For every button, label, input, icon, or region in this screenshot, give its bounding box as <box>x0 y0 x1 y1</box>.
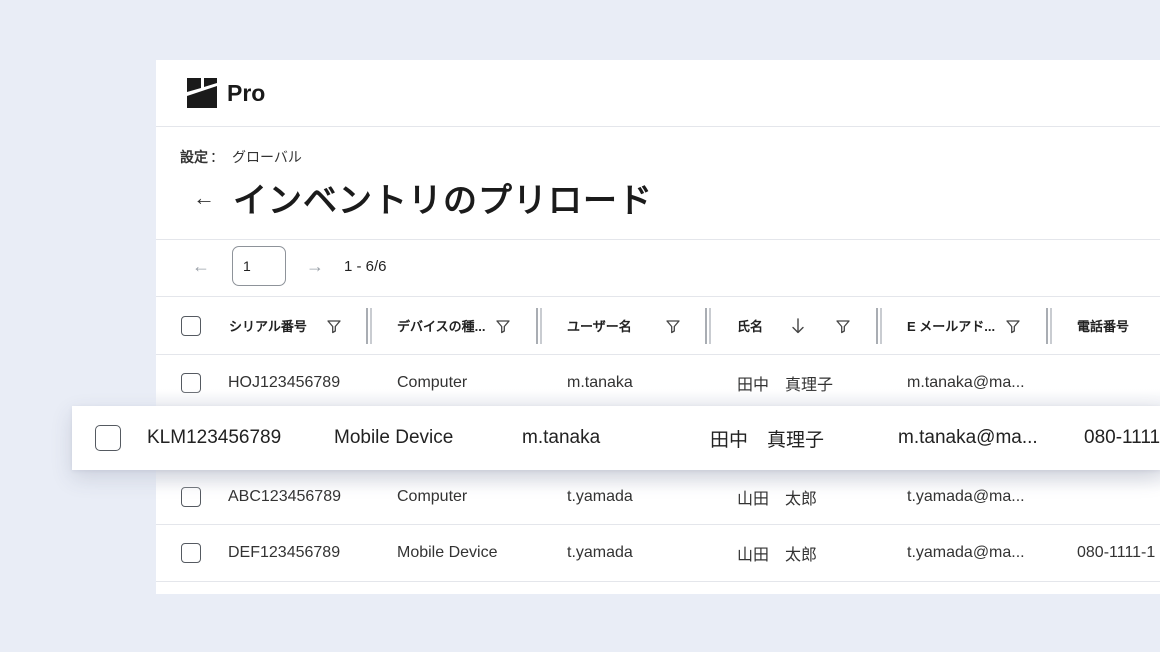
page-number-input[interactable]: 1 <box>232 246 286 286</box>
column-resize-handle[interactable] <box>1046 308 1052 344</box>
column-header-serial[interactable]: シリアル番号 <box>229 297 307 354</box>
cell-name: 田中 真理子 <box>737 377 834 394</box>
row-checkbox[interactable] <box>181 487 201 507</box>
cell-device-type: Mobile Device <box>397 544 498 561</box>
column-label: シリアル番号 <box>229 319 307 334</box>
cell-device-type: Computer <box>397 374 468 391</box>
row-checkbox[interactable] <box>181 543 201 563</box>
column-label: 電話番号 <box>1077 319 1130 334</box>
cell-serial: ABC123456789 <box>228 488 341 505</box>
filter-icon[interactable] <box>495 297 511 354</box>
cell-name: 田中 真理子 <box>710 429 825 451</box>
cell-username: m.tanaka <box>567 374 633 391</box>
column-header-device-type[interactable]: デバイスの種... <box>397 297 485 354</box>
cell-username: m.tanaka <box>522 427 601 448</box>
column-header-email[interactable]: E メールアド... <box>907 297 995 354</box>
row-checkbox[interactable] <box>95 425 121 451</box>
cell-device-type: Computer <box>397 488 468 505</box>
column-header-name[interactable]: 氏名 <box>737 297 763 354</box>
page-range: 1 - 6/6 <box>344 257 387 275</box>
column-label: E メールアド... <box>907 319 996 334</box>
header-divider <box>156 239 1160 240</box>
column-header-username[interactable]: ユーザー名 <box>567 297 632 354</box>
next-page-icon[interactable]: → <box>306 256 324 277</box>
cell-serial: DEF123456789 <box>228 544 341 561</box>
cell-device-type: Mobile Device <box>334 427 454 448</box>
filter-icon[interactable] <box>835 297 851 354</box>
column-resize-handle[interactable] <box>536 308 542 344</box>
column-header-phone[interactable]: 電話番号 <box>1077 297 1129 354</box>
filter-icon[interactable] <box>326 297 342 354</box>
cell-username: t.yamada <box>567 544 633 561</box>
select-all-cell <box>181 297 201 354</box>
row-divider <box>156 581 1160 582</box>
select-all-checkbox[interactable] <box>181 315 201 336</box>
table-row[interactable]: HOJ123456789 Computer m.tanaka 田中 真理子 m.… <box>156 355 1160 411</box>
row-checkbox[interactable] <box>181 373 201 393</box>
top-bar: Pro <box>156 60 1160 127</box>
table-header: シリアル番号 デバイスの種... ユーザー名 氏名 E メールアド... 電話番… <box>156 297 1160 354</box>
table-row[interactable]: ABC123456789 Computer t.yamada 山田 太郎 t.y… <box>156 469 1160 525</box>
filter-icon[interactable] <box>1005 297 1021 354</box>
cell-email: m.tanaka@ma... <box>907 374 1025 391</box>
cell-email: t.yamada@ma... <box>907 544 1025 561</box>
sort-descending-icon[interactable] <box>790 297 806 354</box>
page-header: ← インベントリのプリロード <box>193 173 653 222</box>
cell-serial: HOJ123456789 <box>228 374 341 391</box>
cell-name: 山田 太郎 <box>737 491 818 508</box>
cell-username: t.yamada <box>567 488 633 505</box>
dragged-row[interactable]: KLM123456789 Mobile Device m.tanaka 田中 真… <box>72 406 1160 470</box>
back-arrow-icon[interactable]: ← <box>193 185 215 211</box>
column-resize-handle[interactable] <box>705 308 711 344</box>
column-resize-handle[interactable] <box>876 308 882 344</box>
filter-icon[interactable] <box>665 297 681 354</box>
cell-name: 山田 太郎 <box>737 547 818 564</box>
page-title: インベントリのプリロード <box>233 182 653 220</box>
breadcrumb-root[interactable]: 設定 <box>180 149 208 165</box>
app-brand: Pro <box>227 79 266 106</box>
breadcrumb: 設定： グローバル <box>180 147 302 167</box>
app-logo-icon <box>187 78 217 108</box>
prev-page-icon[interactable]: ← <box>192 256 210 277</box>
cell-phone: 080-1111-1 <box>1077 544 1156 561</box>
cell-serial: KLM123456789 <box>147 427 282 448</box>
column-label: ユーザー名 <box>567 319 632 334</box>
breadcrumb-separator: ： <box>210 149 224 165</box>
breadcrumb-current: グローバル <box>232 149 302 165</box>
table-row[interactable]: DEF123456789 Mobile Device t.yamada 山田 太… <box>156 525 1160 581</box>
main-panel: Pro 設定： グローバル ← インベントリのプリロード ← 1 → 1 - 6/… <box>156 60 1160 594</box>
cell-email: t.yamada@ma... <box>907 488 1025 505</box>
cell-email: m.tanaka@ma... <box>898 427 1038 448</box>
pagination: ← 1 → 1 - 6/6 <box>192 246 387 286</box>
column-label: デバイスの種... <box>397 319 486 334</box>
cell-phone: 080-1111 <box>1084 427 1160 448</box>
column-label: 氏名 <box>737 319 764 334</box>
column-resize-handle[interactable] <box>366 308 372 344</box>
